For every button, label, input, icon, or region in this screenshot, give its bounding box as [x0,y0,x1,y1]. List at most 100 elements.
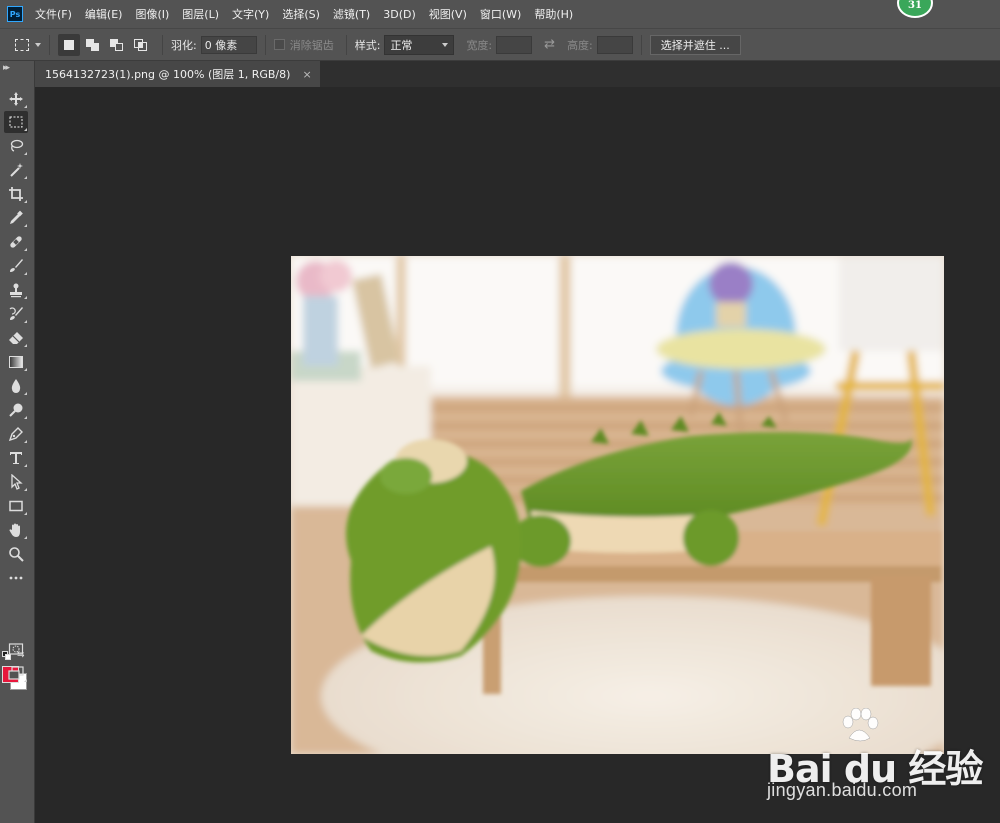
menu-edit[interactable]: 编辑(E) [85,6,123,22]
gradient-tool[interactable] [4,351,28,373]
tools-panel: ▸▸ ⇆ [0,61,35,823]
menu-view[interactable]: 视图(V) [429,6,467,22]
dodge-icon [9,403,23,417]
pen-icon [8,427,23,442]
marquee-icon [9,116,23,128]
type-tool[interactable] [4,447,28,469]
menu-window[interactable]: 窗口(W) [480,6,521,22]
lasso-tool[interactable] [4,135,28,157]
menu-3d[interactable]: 3D(D) [383,8,416,21]
quick-mask-icon [8,643,24,655]
rectangle-icon [9,500,23,512]
menu-layer[interactable]: 图层(L) [182,6,219,22]
magic-wand-icon [10,163,23,177]
rectangle-tool[interactable] [4,495,28,517]
drop-icon [11,379,21,393]
tool-preset-picker[interactable] [15,38,41,51]
brush-icon [10,259,23,272]
antialias-checkbox[interactable] [273,39,285,50]
magnifier-icon [9,547,24,562]
arrow-cursor-icon [11,474,23,490]
history-brush-tool[interactable] [4,303,28,325]
crop-tool[interactable] [4,183,28,205]
new-selection-icon [62,39,76,51]
edit-toolbar[interactable] [4,567,28,589]
width-input[interactable] [496,35,533,54]
divider [162,34,163,55]
quick-mask-button[interactable] [4,638,28,660]
style-select-value: 正常 [390,38,413,52]
divider [264,34,266,55]
menu-file[interactable]: 文件(F) [35,6,72,22]
stamp-icon [10,283,22,298]
divider [345,34,347,55]
style-select[interactable]: 正常 [384,34,455,55]
lasso-icon [10,139,24,152]
intersect-selection-button[interactable] [130,34,152,56]
menu-filter[interactable]: 滤镜(T) [333,6,370,22]
width-label: 宽度: [466,38,493,52]
eraser-icon [9,332,23,344]
document-tab-title: 1564132723(1).png @ 100% (图层 1, RGB/8) [45,68,291,81]
feather-input[interactable] [200,35,257,54]
menu-type[interactable]: 文字(Y) [232,6,269,22]
menu-help[interactable]: 帮助(H) [534,6,573,22]
dodge-tool[interactable] [4,399,28,421]
screen-mode-button[interactable] [4,662,28,684]
feather-label: 羽化: [171,38,197,52]
move-icon [9,92,23,106]
eyedropper-icon [10,210,23,224]
zoom-tool[interactable] [4,543,28,565]
swap-width-height-icon[interactable]: ⇄ [544,37,555,52]
pen-tool[interactable] [4,423,28,445]
blur-tool[interactable] [4,375,28,397]
add-to-selection-button[interactable] [82,34,104,56]
document-image[interactable] [291,256,944,754]
subtract-from-selection-button[interactable] [106,34,128,56]
height-input[interactable] [596,35,633,54]
screen-mode-icon [8,666,24,680]
close-icon[interactable]: × [302,68,311,81]
photoshop-logo-icon: Ps [7,6,23,22]
photo-plush-crocodile [291,256,944,754]
options-bar: 羽化: 消除锯齿 样式: 正常 宽度: ⇄ 高度: 选择并遮住 ... [0,28,1000,61]
photoshop-window: Ps 文件(F) 编辑(E) 图像(I) 图层(L) 文字(Y) 选择(S) 滤… [0,0,1000,823]
document-tab-strip: 1564132723(1).png @ 100% (图层 1, RGB/8) × [35,61,1000,87]
subtract-selection-icon [110,38,124,51]
crop-icon [9,187,23,201]
notification-badge[interactable]: 31 [897,0,933,18]
hand-tool[interactable] [4,519,28,541]
antialias-label: 消除锯齿 [289,38,334,52]
eraser-tool[interactable] [4,327,28,349]
new-selection-button[interactable] [58,33,80,56]
clone-stamp-tool[interactable] [4,279,28,301]
menu-image[interactable]: 图像(I) [135,6,169,22]
more-icon [9,576,23,580]
healing-brush-tool[interactable] [4,231,28,253]
rectangular-marquee-tool[interactable] [4,111,28,133]
add-selection-icon [86,38,100,51]
watermark-url: jingyan.baidu.com [767,780,918,800]
history-brush-icon [9,307,23,320]
style-label: 样式: [354,38,381,52]
magic-wand-tool[interactable] [4,159,28,181]
chevron-down-icon [35,42,41,47]
divider [49,34,50,55]
baidu-watermark: Bai du 经验 jingyan.baidu.com [767,708,983,808]
document-tab[interactable]: 1564132723(1).png @ 100% (图层 1, RGB/8) × [35,61,320,87]
path-selection-tool[interactable] [4,471,28,493]
select-and-mask-button[interactable]: 选择并遮住 ... [649,34,741,55]
divider [640,34,642,55]
move-tool[interactable] [4,88,28,110]
bandage-icon [10,236,22,248]
intersect-selection-icon [134,38,148,51]
hand-icon [9,523,20,537]
brush-tool[interactable] [4,255,28,277]
collapse-panel-icon[interactable]: ▸▸ [3,63,10,73]
menu-select[interactable]: 选择(S) [282,6,320,22]
menu-bar: Ps 文件(F) 编辑(E) 图像(I) 图层(L) 文字(Y) 选择(S) 滤… [0,0,1000,28]
eyedropper-tool[interactable] [4,207,28,229]
gradient-icon [9,356,23,368]
rectangular-marquee-icon [15,38,29,51]
height-label: 高度: [567,38,593,52]
